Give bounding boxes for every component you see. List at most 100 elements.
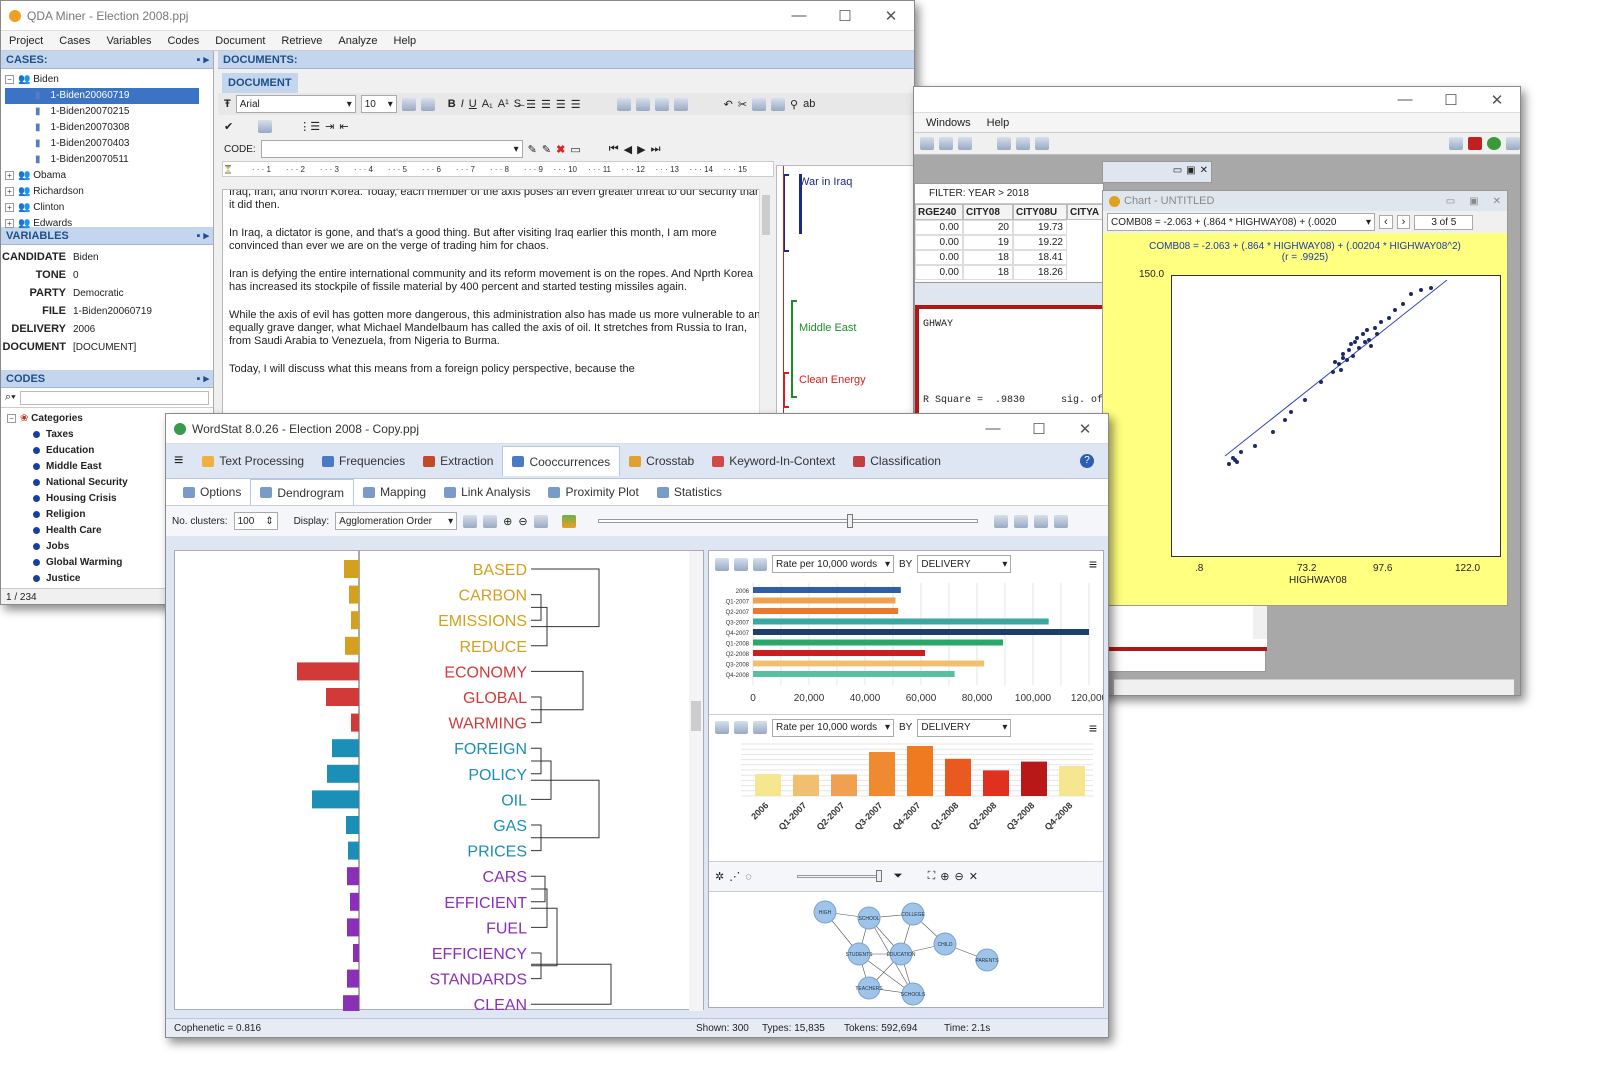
paste-icon[interactable]	[771, 97, 786, 111]
grid-cell[interactable]: 18	[963, 250, 1013, 265]
tab-cooccurrences[interactable]: Cooccurrences	[502, 446, 621, 476]
formula-select[interactable]: COMB08 = -2.063 + (.864 * HIGHWAY08) + (…	[1107, 213, 1375, 231]
expand-icon[interactable]: +	[5, 186, 14, 196]
box-icon[interactable]	[258, 119, 273, 133]
expand-icon[interactable]: +	[5, 202, 14, 212]
net-zoom-in-icon[interactable]: ⊕	[940, 870, 949, 883]
globe-icon[interactable]	[1487, 137, 1501, 150]
net-reset-icon[interactable]: ✕	[969, 870, 978, 883]
dendro-label[interactable]: FUEL	[486, 920, 527, 937]
tool2-icon[interactable]	[939, 137, 953, 150]
dendro-label[interactable]: EMISSIONS	[438, 613, 527, 630]
grid-cell[interactable]: 20	[963, 220, 1013, 235]
zoom-slider[interactable]	[597, 514, 978, 528]
menu-help[interactable]: Help	[394, 35, 417, 47]
case-item[interactable]: + 👥 Obama	[5, 168, 213, 184]
help-icon[interactable]: ?	[1080, 454, 1094, 468]
tool1-icon[interactable]	[920, 137, 934, 150]
ws-maximize-button[interactable]: ☐	[1016, 420, 1062, 438]
margin-code-label[interactable]: War in Iraq	[799, 176, 852, 188]
subtab-link-analysis[interactable]: Link Analysis	[435, 479, 539, 505]
superscript-icon[interactable]: A¹	[498, 98, 509, 110]
menu-cases[interactable]: Cases	[59, 35, 90, 47]
next-icon[interactable]: ▶	[637, 143, 645, 156]
menu-analyze[interactable]: Analyze	[338, 35, 377, 47]
network2-icon[interactable]: ⋰	[729, 870, 740, 883]
grid2-icon[interactable]	[993, 514, 1008, 528]
copy-icon[interactable]	[752, 97, 767, 111]
cut-icon[interactable]: ✂	[738, 98, 747, 111]
circle-icon[interactable]: ◌	[745, 871, 752, 883]
grid-icon[interactable]	[1449, 137, 1463, 150]
bold-button[interactable]: B	[448, 98, 456, 110]
grid-cell[interactable]: 0.00	[915, 265, 963, 280]
paint-icon[interactable]	[420, 97, 435, 111]
tab-text-processing[interactable]: Text Processing	[193, 446, 313, 476]
variable-row[interactable]: CANDIDATE Biden	[1, 248, 213, 266]
undo-icon[interactable]: ↶	[724, 98, 733, 111]
expand-icon[interactable]: +	[5, 218, 14, 228]
grid-cell[interactable]: 0.00	[915, 250, 963, 265]
hamburger-icon[interactable]: ≡	[174, 452, 183, 470]
chart2-menu-icon[interactable]: ≡	[1089, 720, 1097, 736]
dendro-label[interactable]: CARS	[483, 869, 527, 886]
strike-icon[interactable]: S̶	[514, 98, 521, 110]
dendro-label[interactable]: EFFICIENCY	[432, 946, 527, 963]
case-document-item[interactable]: ▮ 1-Biden20060719	[5, 88, 199, 104]
export-icon[interactable]	[1506, 137, 1520, 150]
close-button[interactable]: ✕	[868, 7, 914, 25]
net-zoom-out-icon[interactable]: ⊖	[955, 870, 964, 883]
reset-icon[interactable]	[533, 514, 548, 528]
align-center-icon[interactable]: ☰	[541, 98, 551, 111]
menu-codes[interactable]: Codes	[167, 35, 199, 47]
categories-label[interactable]: Categories	[31, 413, 83, 424]
grid-cell[interactable]: 0.00	[915, 220, 963, 235]
inner-min-button[interactable]: ▭	[1173, 165, 1182, 179]
align-right-icon[interactable]: ☰	[556, 98, 566, 111]
case-document-item[interactable]: ▮ 1-Biden20070215	[5, 104, 213, 120]
zoom-in-icon[interactable]: ⊕	[503, 515, 512, 528]
zoom-out-icon[interactable]: ⊖	[518, 515, 527, 528]
tab-keyword-in-context[interactable]: Keyword-In-Context	[703, 446, 844, 476]
dendro-label[interactable]: BASED	[473, 562, 527, 579]
export2-icon[interactable]	[1033, 514, 1048, 528]
network-icon[interactable]: ✲	[715, 870, 724, 883]
grid-cell[interactable]: 0.00	[915, 235, 963, 250]
variable-row[interactable]: FILE 1-Biden20060719	[1, 302, 213, 320]
menu-retrieve[interactable]: Retrieve	[281, 35, 322, 47]
variable-row[interactable]: DOCUMENT [DOCUMENT]	[1, 338, 213, 356]
grid-cell[interactable]: 18.41	[1013, 250, 1067, 265]
chart-next-button[interactable]: ›	[1396, 215, 1411, 229]
subtab-statistics[interactable]: Statistics	[648, 479, 731, 505]
tree-icon[interactable]	[1013, 514, 1028, 528]
find-icon[interactable]: ⚲	[790, 98, 798, 111]
save-icon[interactable]	[635, 97, 650, 111]
dendro-label[interactable]: GLOBAL	[463, 690, 527, 707]
open-icon[interactable]	[616, 97, 631, 111]
hbar2-icon[interactable]	[734, 721, 748, 734]
margin-code-label[interactable]: Clean Energy	[799, 374, 866, 386]
italic-button[interactable]: I	[461, 98, 464, 110]
case-item[interactable]: + 👥 Richardson	[5, 184, 213, 200]
variable-row[interactable]: TONE 0	[1, 266, 213, 284]
case-item[interactable]: + 👥 Clinton	[5, 200, 213, 216]
case-document-item[interactable]: ▮ 1-Biden20070403	[5, 136, 213, 152]
tab-frequencies[interactable]: Frequencies	[313, 446, 414, 476]
stats-minimize-button[interactable]: —	[1382, 91, 1428, 108]
underline-button[interactable]: U	[469, 98, 477, 110]
dendro-label[interactable]: FOREIGN	[454, 741, 527, 758]
margin-code-label[interactable]: Middle East	[799, 322, 856, 334]
stats-maximize-button[interactable]: ☐	[1428, 91, 1474, 109]
stats-menu-help[interactable]: Help	[987, 117, 1010, 129]
line2-icon[interactable]	[753, 721, 767, 734]
inner-close-button[interactable]: ✕	[1200, 165, 1208, 179]
subtab-dendrogram[interactable]: Dendrogram	[250, 479, 355, 505]
by-select-1[interactable]: DELIVERY ▾	[917, 555, 1012, 573]
code-select[interactable]: ▾	[260, 140, 523, 158]
prev-icon[interactable]: ◀	[624, 143, 632, 156]
bar-chart-icon[interactable]	[715, 557, 729, 571]
delete-code-icon[interactable]: ✖	[556, 143, 565, 156]
dendro-label[interactable]: PRICES	[467, 844, 527, 861]
stats-menu-windows[interactable]: Windows	[926, 117, 971, 129]
chart-max-button[interactable]: ▣	[1469, 196, 1478, 207]
